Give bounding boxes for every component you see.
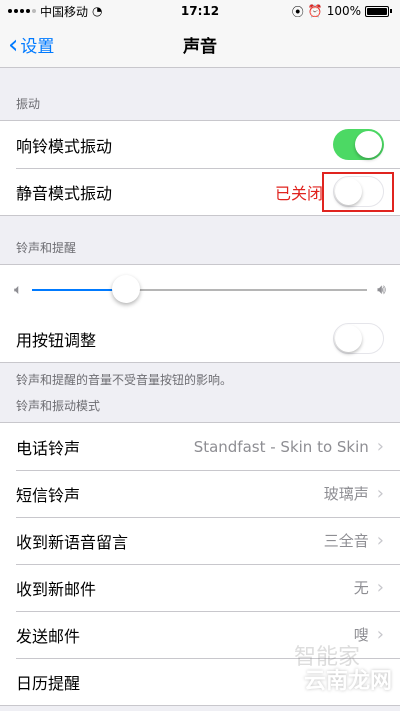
new-mail-label: 收到新邮件 xyxy=(16,579,97,599)
volume-high-icon: 🔊︎ xyxy=(377,282,386,298)
section-header-patterns: 铃声和振动模式 xyxy=(16,399,101,413)
text-tone-value: 玻璃声 xyxy=(323,485,369,503)
annotation-highlight-box xyxy=(322,172,394,212)
text-tone-label: 短信铃声 xyxy=(16,485,81,505)
chevron-right-icon: › xyxy=(376,530,384,551)
ringer-footer: 铃声和提醒的音量不受音量按钮的影响。 xyxy=(16,373,233,387)
new-voicemail-label: 收到新语音留言 xyxy=(16,532,129,552)
new-mail-value: 无 xyxy=(353,579,369,597)
annotation-off-label: 已关闭 xyxy=(274,183,323,203)
carrier-label: 中国移动 xyxy=(40,4,89,19)
section-header-ringer: 铃声和提醒 xyxy=(16,241,77,255)
new-voicemail-value: 三全音 xyxy=(323,532,369,550)
ringer-group: 🔈︎ 🔊︎ 用按钮调整 xyxy=(0,264,400,363)
chevron-right-icon: › xyxy=(376,436,384,457)
ringtone-label: 电话铃声 xyxy=(16,438,81,458)
volume-slider[interactable] xyxy=(32,275,368,303)
status-bar: 中国移动 ◔ 17:12 ⦿ ⏰ 100% xyxy=(0,0,400,22)
page-title: 声音 xyxy=(183,37,217,57)
status-left: 中国移动 ◔ xyxy=(8,3,103,20)
change-with-buttons-label: 用按钮调整 xyxy=(16,330,97,350)
row-change-with-buttons: 用按钮调整 xyxy=(0,315,400,362)
row-silent-vibrate: 静音模式振动 已关闭 xyxy=(0,168,400,215)
row-new-mail[interactable]: 收到新邮件 无 › xyxy=(0,564,400,611)
section-header-vibration: 振动 xyxy=(16,97,41,111)
row-new-voicemail[interactable]: 收到新语音留言 三全音 › xyxy=(0,517,400,564)
row-text-tone[interactable]: 短信铃声 玻璃声 › xyxy=(0,470,400,517)
back-label: 设置 xyxy=(20,37,55,57)
volume-low-icon: 🔈︎ xyxy=(14,282,23,298)
chevron-left-icon: ‹ xyxy=(8,29,19,60)
volume-slider-row: 🔈︎ 🔊︎ xyxy=(0,265,400,315)
ring-vibrate-label: 响铃模式振动 xyxy=(16,136,113,156)
nav-bar: ‹ 设置 声音 xyxy=(0,22,400,68)
battery-percent: 100% xyxy=(326,4,361,18)
chevron-right-icon: › xyxy=(376,624,384,645)
status-right: ⦿ ⏰ 100% xyxy=(292,3,392,20)
chevron-right-icon: › xyxy=(376,483,384,504)
ringtone-value: Standfast - Skin to Skin xyxy=(193,437,369,456)
watermark-logo-text: 云南龙网 xyxy=(303,669,392,694)
row-ringtone[interactable]: 电话铃声 Standfast - Skin to Skin › xyxy=(0,423,400,470)
back-button[interactable]: ‹ 设置 xyxy=(0,32,54,58)
silent-vibrate-label: 静音模式振动 xyxy=(16,183,113,203)
battery-icon xyxy=(365,5,392,17)
wifi-icon: ◔ xyxy=(92,4,103,18)
ring-vibrate-toggle[interactable] xyxy=(333,129,384,160)
vibration-group: 响铃模式振动 静音模式振动 已关闭 xyxy=(0,120,400,216)
chevron-right-icon: › xyxy=(376,577,384,598)
alarm-icon: ⏰ xyxy=(307,4,323,18)
rotation-lock-icon: ⦿ xyxy=(291,4,304,19)
row-ring-vibrate: 响铃模式振动 xyxy=(0,121,400,168)
signal-icon xyxy=(8,9,36,13)
change-with-buttons-toggle[interactable] xyxy=(333,323,384,354)
volume-slider-knob[interactable] xyxy=(112,275,141,303)
